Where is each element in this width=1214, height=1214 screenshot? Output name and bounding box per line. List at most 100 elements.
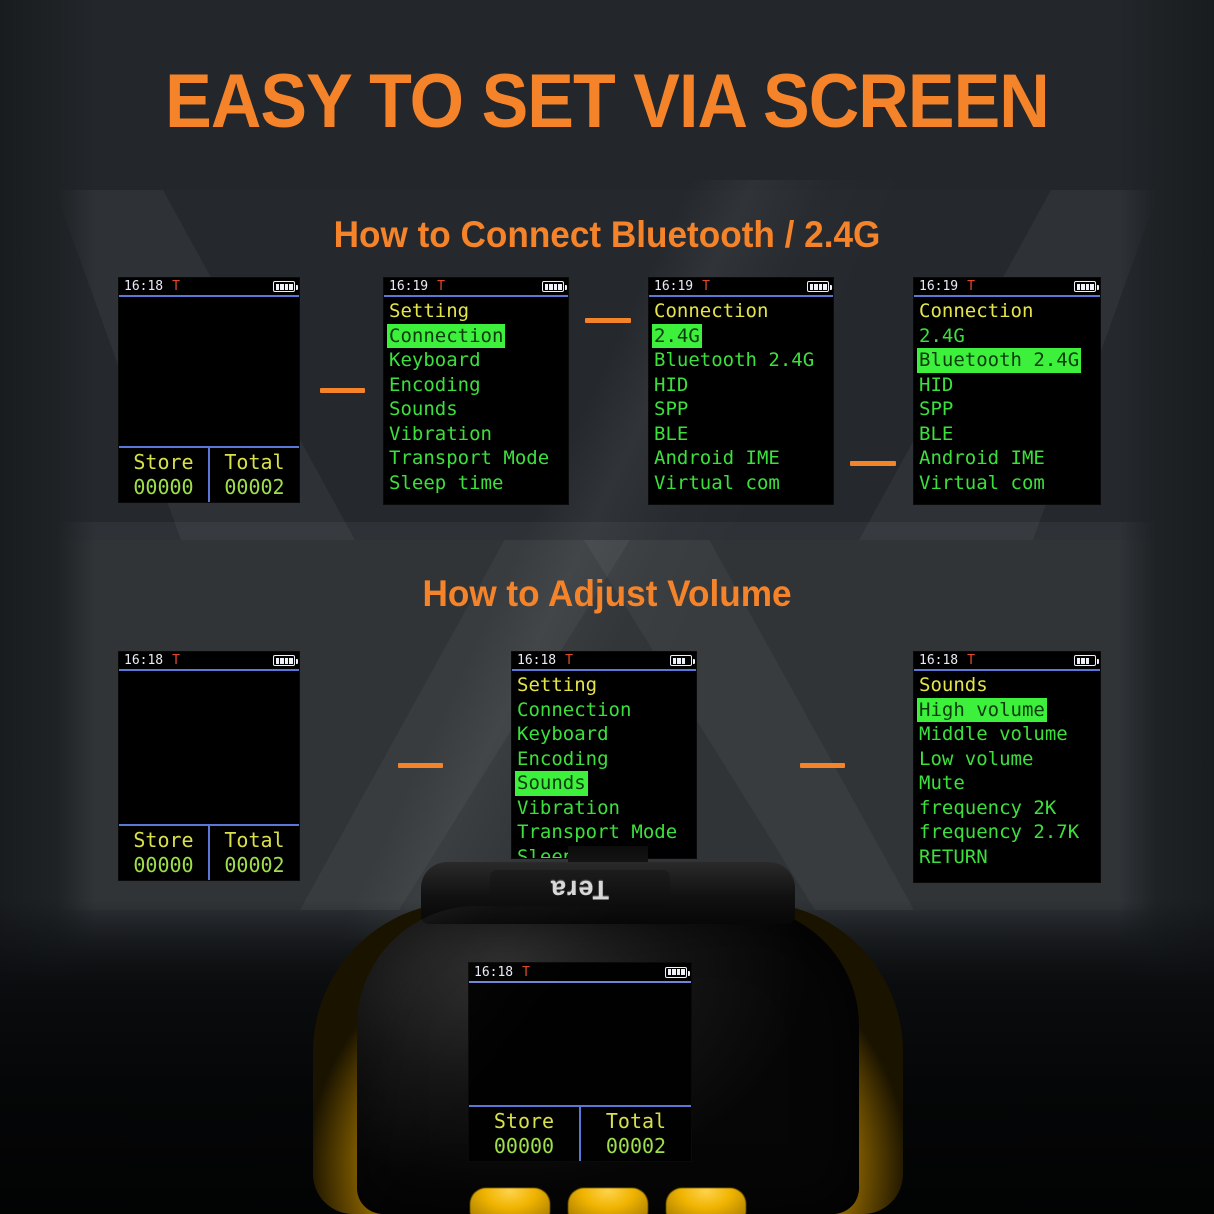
menu-row[interactable]: SPP — [652, 397, 833, 422]
status-bar: 16:19 T — [384, 278, 568, 297]
transport-flag: T — [967, 653, 975, 668]
menu-row[interactable]: BLE — [652, 422, 833, 447]
menu-item-label: SPP — [654, 398, 689, 420]
menu-row[interactable]: Android IME — [917, 446, 1100, 471]
transport-flag: T — [565, 653, 573, 668]
menu-row[interactable]: Bluetooth 2.4G — [652, 348, 833, 373]
menu-row[interactable]: 2.4G — [917, 324, 1100, 349]
transport-flag: T — [702, 279, 710, 294]
device-brand-logo: Tera — [490, 870, 670, 908]
screen-connection-24g: 16:19 T Connection 2.4G Bluetooth 2.4G HID S… — [648, 277, 834, 505]
menu-item-label: Transport Mode — [517, 821, 678, 843]
menu-row[interactable]: Vibration — [515, 796, 696, 821]
status-bar: 16:19 T — [914, 278, 1100, 297]
menu-row[interactable]: Keyboard — [387, 348, 568, 373]
menu-row[interactable]: Virtual com — [917, 471, 1100, 496]
clock-label: 16:19 — [389, 279, 429, 294]
menu-row[interactable]: Connection — [387, 323, 568, 348]
clock-label: 16:18 — [517, 653, 557, 668]
menu-row[interactable]: Encoding — [387, 373, 568, 398]
menu-row[interactable]: Connection — [917, 299, 1100, 324]
menu-item-label: Android IME — [654, 447, 780, 469]
battery-icon — [1074, 281, 1099, 292]
page-title: EASY TO SET VIA SCREEN — [165, 59, 1050, 144]
menu-row[interactable]: HID — [652, 373, 833, 398]
flow-connector-1 — [320, 388, 365, 393]
transport-flag: T — [172, 653, 180, 668]
menu-item-label: Setting — [517, 674, 598, 696]
menu-row[interactable]: Setting — [387, 299, 568, 324]
menu-row[interactable]: HID — [917, 373, 1100, 398]
store-label: Store — [133, 450, 194, 474]
menu-item-label: Android IME — [919, 447, 1045, 469]
menu-row[interactable]: Mute — [917, 771, 1100, 796]
menu-row[interactable]: RETURN — [917, 845, 1100, 870]
total-counter: Total 00002 — [579, 1107, 691, 1161]
menu-row[interactable]: Android IME — [652, 446, 833, 471]
menu-row[interactable]: Setting — [515, 673, 696, 698]
counter-band: Store 00000 Total 00002 — [119, 446, 299, 502]
menu-row[interactable]: High volume — [917, 697, 1100, 722]
menu-row[interactable]: Vibration — [387, 422, 568, 447]
device-button-row — [453, 1188, 763, 1214]
menu-item-label: BLE — [654, 422, 689, 445]
menu-row[interactable]: SPP — [917, 397, 1100, 422]
menu-row[interactable]: Transport Mode — [387, 446, 568, 471]
battery-icon — [665, 966, 690, 978]
menu-item-label: HID — [919, 373, 954, 396]
device-lcd-screen: 16:18 T Store 00000 Total 00002 — [468, 962, 692, 1162]
menu-row[interactable]: Transport Mode — [515, 820, 696, 845]
menu-item-label: Keyboard — [389, 349, 481, 371]
total-label: Total — [605, 1109, 667, 1133]
menu-row[interactable]: 2.4G — [652, 323, 833, 348]
menu-row[interactable]: Connection — [515, 698, 696, 723]
menu-row[interactable]: Sounds — [387, 397, 568, 422]
screen-setting-menu-sounds: 16:18 T Setting Connection Keyboard Encodin… — [511, 651, 697, 859]
screen-home-1: 16:18 T Store 00000 Total 00002 — [118, 277, 300, 503]
menu-row[interactable]: Bluetooth 2.4G — [917, 348, 1100, 373]
menu-item-label: Virtual com — [919, 471, 1045, 494]
total-value: 00002 — [224, 475, 285, 499]
menu-list: Connection 2.4G Bluetooth 2.4G HID SPP BLE And… — [649, 297, 833, 495]
menu-item-label: frequency 2.7K — [919, 821, 1080, 843]
menu-item-label: Vibration — [517, 796, 620, 819]
menu-row[interactable]: Connection — [652, 299, 833, 324]
store-label: Store — [493, 1109, 555, 1133]
menu-row[interactable]: Keyboard — [515, 722, 696, 747]
flow-connector-3 — [850, 461, 896, 466]
device-button-left[interactable] — [470, 1188, 550, 1214]
menu-item-label: frequency 2K — [919, 796, 1057, 819]
menu-row[interactable]: Virtual com — [652, 471, 833, 496]
menu-item-label: SPP — [919, 398, 954, 420]
menu-item-label: Connection — [387, 323, 506, 348]
section-title-volume: How to Adjust Volume — [422, 573, 792, 614]
menu-row[interactable]: Sounds — [917, 673, 1100, 698]
battery-icon — [1074, 655, 1099, 666]
menu-item-label: Sounds — [389, 398, 458, 420]
menu-list: Sounds High volume Middle volume Low volume… — [914, 671, 1100, 869]
menu-row[interactable]: frequency 2.7K — [917, 820, 1100, 845]
menu-item-label: Keyboard — [517, 723, 609, 745]
menu-row[interactable]: Middle volume — [917, 722, 1100, 747]
menu-item-label: Mute — [919, 772, 965, 794]
menu-item-label: Connection — [654, 300, 769, 322]
battery-icon — [807, 281, 832, 292]
menu-item-label: 2.4G — [919, 324, 965, 347]
status-bar: 16:18 T — [512, 652, 696, 671]
menu-item-label: Bluetooth 2.4G — [917, 348, 1082, 373]
menu-list: Setting Connection Keyboard Encoding Sounds V… — [384, 297, 568, 495]
status-bar: 16:18 T — [469, 963, 691, 983]
menu-row[interactable]: BLE — [917, 422, 1100, 447]
menu-item-label: High volume — [917, 697, 1047, 722]
menu-row[interactable]: Low volume — [917, 747, 1100, 772]
menu-item-label: Encoding — [517, 747, 609, 770]
screen-home-2: 16:18 T Store 00000 Total 00002 — [118, 651, 300, 881]
menu-item-label: Vibration — [389, 422, 492, 445]
menu-row[interactable]: frequency 2K — [917, 796, 1100, 821]
menu-item-label: Connection — [919, 300, 1034, 322]
menu-row[interactable]: Sounds — [515, 771, 696, 796]
menu-row[interactable]: Encoding — [515, 747, 696, 772]
device-button-right[interactable] — [666, 1188, 746, 1214]
device-button-center[interactable] — [568, 1188, 648, 1214]
menu-row[interactable]: Sleep time — [387, 471, 568, 496]
